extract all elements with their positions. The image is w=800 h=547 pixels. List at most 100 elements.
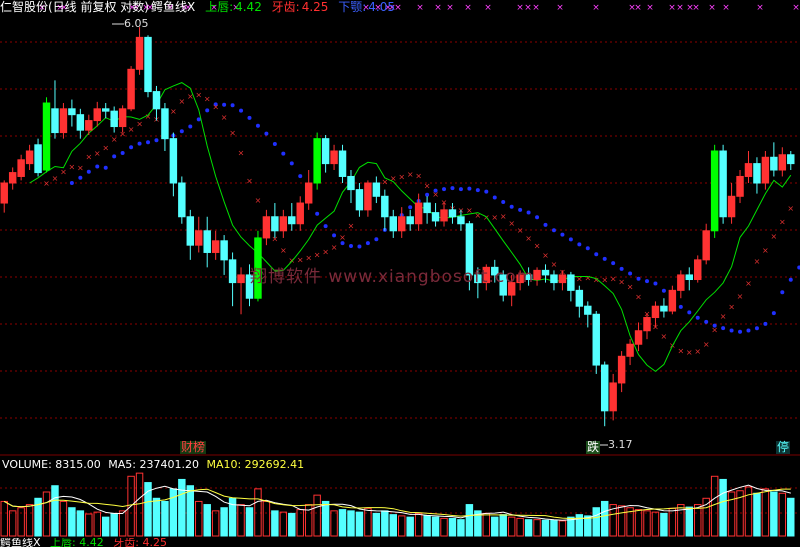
jaw-dot (678, 304, 683, 309)
candle-body (634, 330, 643, 345)
high-price-label: 6.05 (124, 17, 149, 30)
teeth-mark: × (407, 170, 414, 179)
volume-bar (271, 510, 279, 537)
volume-bar (617, 505, 626, 537)
candle-body (643, 317, 651, 332)
volume-bar (533, 519, 541, 537)
candle-body (186, 216, 195, 246)
jaw-dot (653, 281, 658, 286)
volume-ma5-line (3, 484, 791, 521)
tag-stop[interactable]: 停 (776, 441, 791, 454)
volume-bar (161, 500, 169, 537)
candle-body (59, 108, 68, 134)
candle-body (347, 175, 355, 191)
jaw-dot (103, 165, 108, 170)
teeth-mark: × (627, 282, 634, 291)
jaw-dot (137, 141, 142, 146)
candle-body (68, 108, 76, 116)
jaw-dot (205, 108, 210, 113)
volume-bar (93, 511, 101, 537)
teeth-mark: × (128, 125, 135, 134)
teeth-mark: × (593, 275, 600, 284)
jaw-dot (425, 192, 430, 197)
jaw-dot (535, 215, 540, 220)
candle-body (279, 216, 288, 232)
volume-bar (710, 475, 719, 537)
volume-bar (76, 510, 85, 537)
candle-body (406, 216, 414, 225)
teeth-mark: × (542, 251, 549, 260)
volume-bar (448, 517, 457, 537)
jaw-dot (458, 187, 463, 192)
jaw-dot (763, 321, 768, 326)
volume-bar (135, 472, 144, 537)
teeth-mark: × (69, 162, 76, 171)
top-marker: × (516, 3, 524, 13)
jaw-dot (154, 138, 159, 143)
jaw-dot (365, 241, 370, 246)
volume-bar (237, 504, 245, 537)
teeth-mark: × (694, 347, 701, 356)
candle-body (778, 154, 787, 171)
volume-bar (761, 488, 770, 537)
top-marker: × (446, 3, 454, 13)
tag-drop[interactable]: 跌 (586, 441, 601, 454)
jaw-dot (374, 237, 379, 242)
jaw-dot (450, 186, 455, 191)
jaw-dot (348, 243, 353, 248)
volume-bar (465, 504, 474, 537)
volume-bar (220, 507, 228, 537)
volume-bar (440, 517, 448, 537)
teeth-mark: × (728, 302, 735, 311)
watermark: 翔博软件 www.xiangbosoft.com (250, 267, 535, 287)
volume-ma10-line (3, 488, 791, 520)
volume-bar (685, 506, 694, 537)
jaw-dot (602, 256, 607, 261)
volume-bar (118, 510, 127, 537)
teeth-mark: × (195, 91, 202, 100)
volume-bar (702, 497, 710, 537)
volume-bar (592, 507, 600, 537)
teeth-value: 4.25 (301, 0, 329, 14)
teeth-mark: × (60, 168, 67, 177)
jaw-dot (289, 161, 294, 166)
candle-body (364, 182, 372, 211)
volume-bar (457, 519, 465, 537)
teeth-mark: × (771, 232, 778, 241)
candle-body (313, 138, 321, 184)
teeth-mark: × (314, 251, 321, 260)
jaw-dot (467, 186, 472, 191)
candle-body (211, 240, 220, 253)
volume-bar (279, 511, 288, 537)
teeth-mark: × (255, 196, 262, 205)
volume-bar (186, 485, 195, 537)
volume-bar (550, 519, 558, 537)
upper-lip-label: 上唇: (205, 0, 234, 14)
candle-body (677, 274, 685, 291)
candle-body (694, 259, 702, 281)
top-marker: × (722, 3, 730, 13)
volume-bar (203, 504, 211, 537)
candle-body (753, 163, 761, 184)
volume-bar (59, 500, 68, 537)
volume-bar (372, 512, 381, 537)
volume-bar (262, 500, 271, 537)
candle-body (355, 189, 364, 211)
candle-body (744, 163, 753, 177)
volume-bar (651, 511, 660, 537)
candle-body (668, 289, 677, 312)
candle-body (304, 182, 313, 204)
candle-body (127, 68, 135, 110)
volume-bar (330, 510, 338, 537)
candle-body (761, 156, 770, 184)
teeth-mark: × (331, 243, 338, 252)
volume-bar (152, 497, 161, 537)
candle-body (51, 108, 59, 134)
candle-body (584, 305, 592, 315)
volume-bar (254, 488, 262, 537)
teeth-mark: × (52, 174, 59, 183)
teeth-mark: × (339, 233, 346, 242)
jaw-dot (568, 237, 573, 242)
volume-bar (245, 507, 254, 537)
tag-finance[interactable]: 财榜 (180, 441, 207, 454)
